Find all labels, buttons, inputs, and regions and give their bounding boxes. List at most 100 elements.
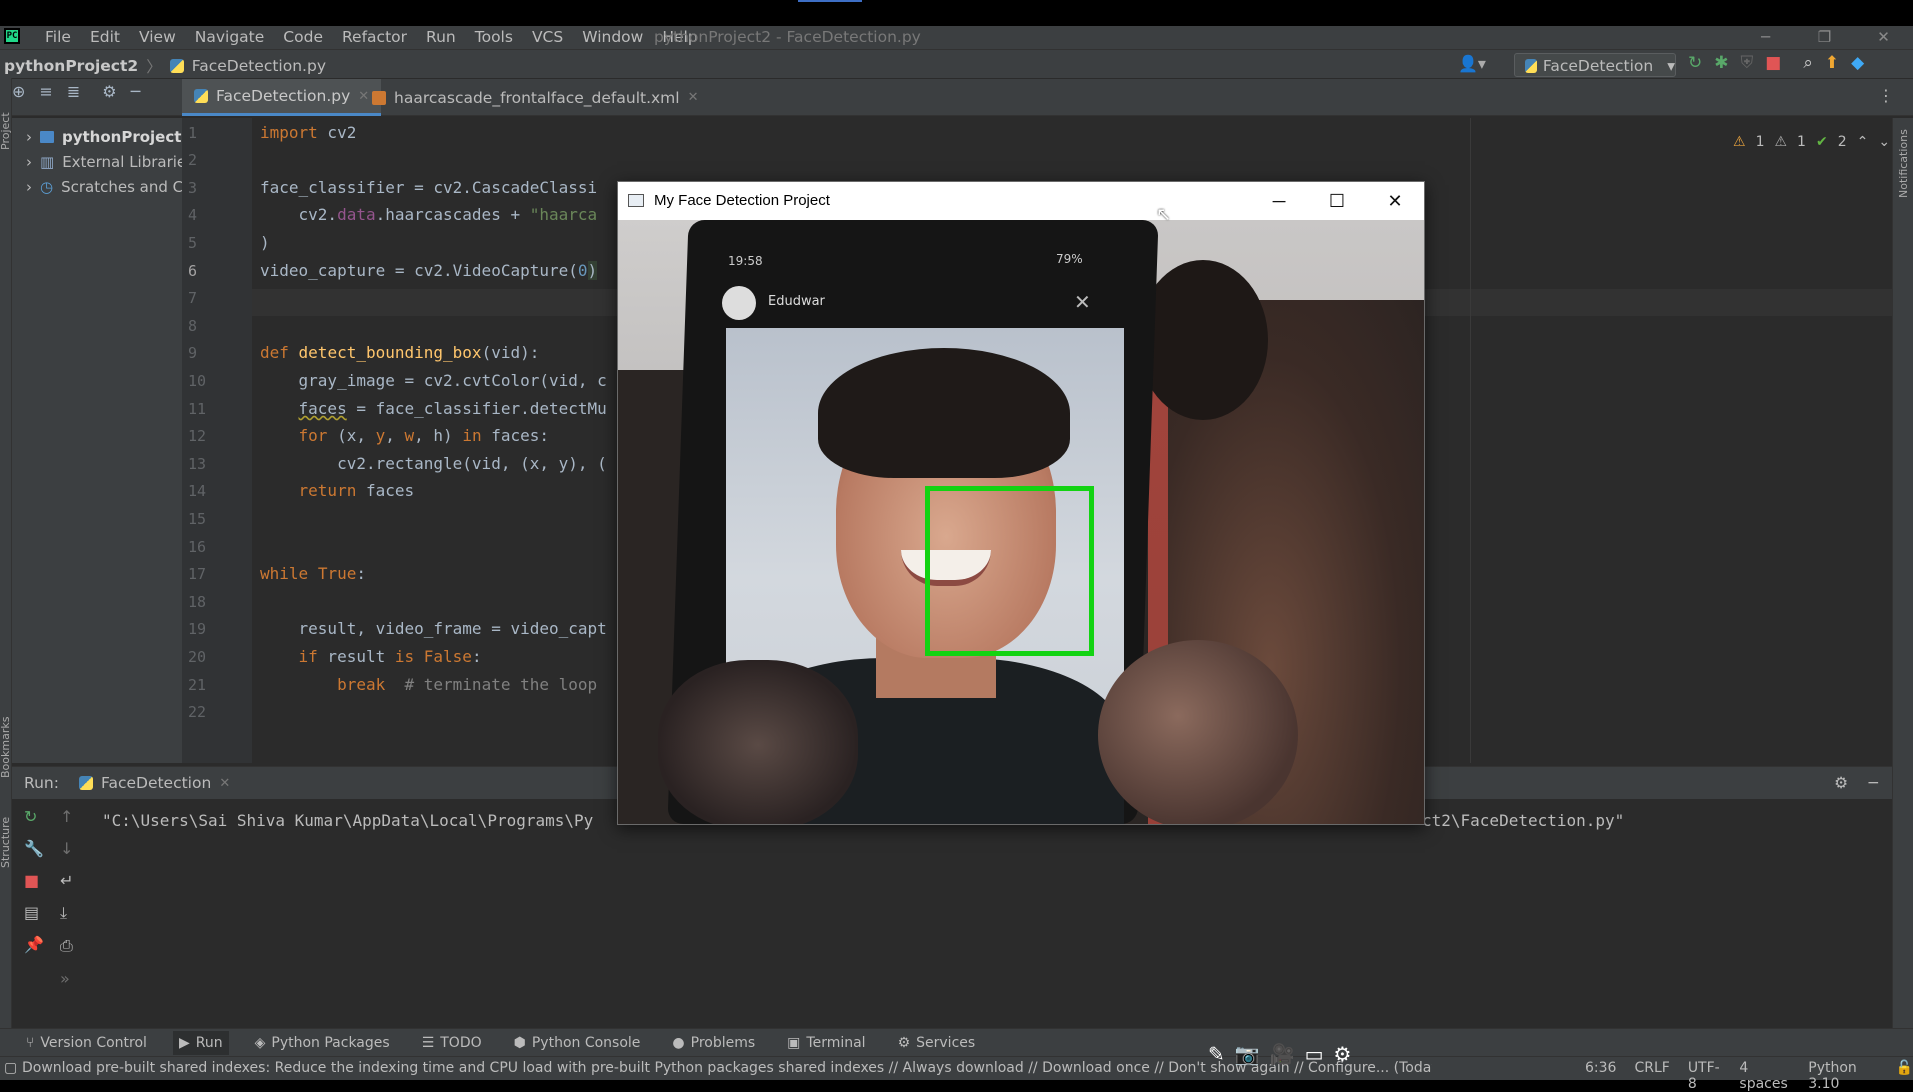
minimize-icon[interactable]: ─ xyxy=(1736,26,1795,48)
menu-code[interactable]: Code xyxy=(283,28,323,46)
pen-icon[interactable]: ✎ xyxy=(1208,1042,1225,1066)
breadcrumb-project[interactable]: pythonProject2 xyxy=(4,57,138,75)
hair xyxy=(818,348,1070,478)
pycharm-logo-icon[interactable]: PC xyxy=(4,28,20,44)
update-icon[interactable]: ⬆ xyxy=(1825,53,1839,73)
hide-icon[interactable]: ─ xyxy=(1869,774,1878,792)
project-tool-label[interactable]: Project xyxy=(0,112,12,150)
arrow-down-icon[interactable]: ↓ xyxy=(60,839,73,858)
wrench-icon[interactable]: 🔧 xyxy=(24,839,44,858)
chevron-up-icon[interactable]: ⌃ xyxy=(1857,134,1869,150)
tab-facedetection[interactable]: FaceDetection.py ✕ xyxy=(182,79,382,116)
expand-all-icon[interactable]: ≡ xyxy=(39,82,52,101)
code-line-12: for (x, y, w, h) in faces: xyxy=(298,426,550,445)
more-options-icon[interactable]: ⋮ xyxy=(1878,86,1894,105)
tree-label: Scratches and Co xyxy=(61,178,193,196)
menu-file[interactable]: File xyxy=(45,28,71,46)
run-config-dropdown[interactable]: FaceDetection ▾ xyxy=(1514,53,1676,77)
tree-item-external-libraries[interactable]: › ▥ External Libraries xyxy=(26,153,194,171)
search-icon[interactable]: ⌕ xyxy=(1803,53,1813,73)
tool-version-control[interactable]: ⑂ Version Control xyxy=(20,1031,153,1055)
rerun-icon[interactable]: ↻ xyxy=(1688,53,1702,73)
camera-icon[interactable]: 📷 xyxy=(1235,1042,1260,1066)
gear-icon[interactable]: ⚙ xyxy=(1333,1042,1351,1066)
caret-position[interactable]: 6:36 xyxy=(1585,1060,1616,1092)
user-icon[interactable]: 👤▾ xyxy=(1458,54,1486,73)
menu-refactor[interactable]: Refactor xyxy=(342,28,407,46)
phone-status-bar: 19:58 79% Edudwar ✕ xyxy=(698,230,1118,320)
line-number: 2 xyxy=(188,151,198,169)
coverage-icon[interactable]: ⛨ xyxy=(1741,53,1754,73)
chevron-down-icon[interactable]: ⌄ xyxy=(1878,134,1890,150)
tree-item-scratches[interactable]: › ◷ Scratches and Co xyxy=(26,178,192,196)
project-panel: › pythonProject2 › ▥ External Libraries … xyxy=(12,118,194,763)
indent-setting[interactable]: 4 spaces xyxy=(1739,1060,1790,1092)
inspection-widget[interactable]: ⚠ 1 ⚠ 1 ✔ 2 ⌃ ⌄ xyxy=(1733,134,1890,150)
tab-label: FaceDetection.py xyxy=(216,87,351,105)
minimize-icon[interactable]: ─ xyxy=(1250,182,1308,220)
gear-icon[interactable]: ⚙ xyxy=(102,82,116,101)
tool-python-console[interactable]: ⬢ Python Console xyxy=(508,1031,647,1055)
bookmarks-tool-label[interactable]: Bookmarks xyxy=(0,717,12,778)
menu-view[interactable]: View xyxy=(139,28,176,46)
menu-edit[interactable]: Edit xyxy=(90,28,120,46)
menu-navigate[interactable]: Navigate xyxy=(195,28,265,46)
locate-icon[interactable]: ⊕ xyxy=(12,82,25,101)
project-toolbar: ⊕ ≡ ≣ ⚙ ─ xyxy=(12,82,140,101)
list-icon: ☰ xyxy=(421,1034,435,1051)
pin-icon[interactable]: 📌 xyxy=(24,935,44,954)
run-tab-label[interactable]: FaceDetection xyxy=(101,774,211,792)
print-icon[interactable]: ⎙ xyxy=(60,936,73,956)
tool-todo[interactable]: ☰ TODO xyxy=(416,1031,488,1055)
line-number: 22 xyxy=(188,703,207,721)
arrow-up-icon[interactable]: ↑ xyxy=(60,807,73,826)
window-icon[interactable]: ▭ xyxy=(1305,1042,1324,1066)
play-icon: ▶ xyxy=(178,1034,190,1051)
code-line-11: faces = face_classifier.detectMu xyxy=(298,399,607,418)
stop-icon[interactable]: ■ xyxy=(1765,53,1781,73)
menu-run[interactable]: Run xyxy=(426,28,456,46)
xml-file-icon xyxy=(372,90,386,105)
window-title: pythonProject2 - FaceDetection.py xyxy=(654,28,921,46)
gear-icon[interactable]: ⚙ xyxy=(1834,774,1848,792)
debug-icon[interactable]: ✱ xyxy=(1714,53,1728,73)
notifications-tool-label[interactable]: Notifications xyxy=(1897,129,1910,198)
status-toggle-icon[interactable]: ▢ xyxy=(4,1060,17,1076)
file-encoding[interactable]: UTF-8 xyxy=(1688,1060,1722,1092)
collapse-all-icon[interactable]: ≣ xyxy=(67,82,80,101)
lock-icon[interactable]: 🔓 xyxy=(1896,1060,1913,1092)
tool-services[interactable]: ⚙ Services xyxy=(892,1031,982,1055)
menu-window[interactable]: Window xyxy=(582,28,643,46)
close-icon[interactable]: ✕ xyxy=(1366,182,1424,220)
structure-tool-label[interactable]: Structure xyxy=(0,817,12,868)
video-icon[interactable]: 🎥 xyxy=(1270,1042,1295,1066)
menu-tools[interactable]: Tools xyxy=(475,28,513,46)
line-separator[interactable]: CRLF xyxy=(1634,1060,1669,1092)
hide-icon[interactable]: ─ xyxy=(131,82,141,101)
jetbrains-icon[interactable]: ◆ xyxy=(1851,53,1864,73)
soft-wrap-icon[interactable]: ↵ xyxy=(60,871,73,890)
line-number: 6 xyxy=(188,262,198,280)
opencv-title-bar[interactable]: My Face Detection Project ─ ☐ ✕ xyxy=(618,182,1424,220)
ok-count: 2 xyxy=(1837,134,1847,150)
python-interpreter[interactable]: Python 3.10 xyxy=(1808,1060,1877,1092)
tool-terminal[interactable]: ▣ Terminal xyxy=(781,1031,871,1055)
stop-icon[interactable]: ■ xyxy=(24,871,44,890)
layout-icon[interactable]: ▤ xyxy=(24,903,44,922)
close-tab-icon[interactable]: ✕ xyxy=(219,776,230,791)
breadcrumb-file[interactable]: FaceDetection.py xyxy=(192,57,326,75)
tool-run[interactable]: ▶ Run xyxy=(172,1030,229,1055)
tree-item-project[interactable]: › pythonProject2 xyxy=(26,128,192,146)
more-icon[interactable]: » xyxy=(60,969,73,988)
console-output[interactable]: "C:\Users\Sai Shiva Kumar\AppData\Local\… xyxy=(102,811,593,830)
close-tab-icon[interactable]: ✕ xyxy=(688,90,699,105)
close-icon[interactable]: ✕ xyxy=(1854,26,1913,48)
tab-haarcascade[interactable]: haarcascade_frontalface_default.xml ✕ xyxy=(360,79,710,116)
scroll-to-end-icon[interactable]: ⤓ xyxy=(60,903,73,923)
tool-problems[interactable]: ● Problems xyxy=(666,1031,761,1055)
maximize-icon[interactable]: ☐ xyxy=(1308,182,1366,220)
menu-vcs[interactable]: VCS xyxy=(532,28,563,46)
restore-icon[interactable]: ❐ xyxy=(1795,26,1854,48)
rerun-icon[interactable]: ↻ xyxy=(24,807,44,826)
tool-python-packages[interactable]: ◈ Python Packages xyxy=(249,1031,396,1055)
